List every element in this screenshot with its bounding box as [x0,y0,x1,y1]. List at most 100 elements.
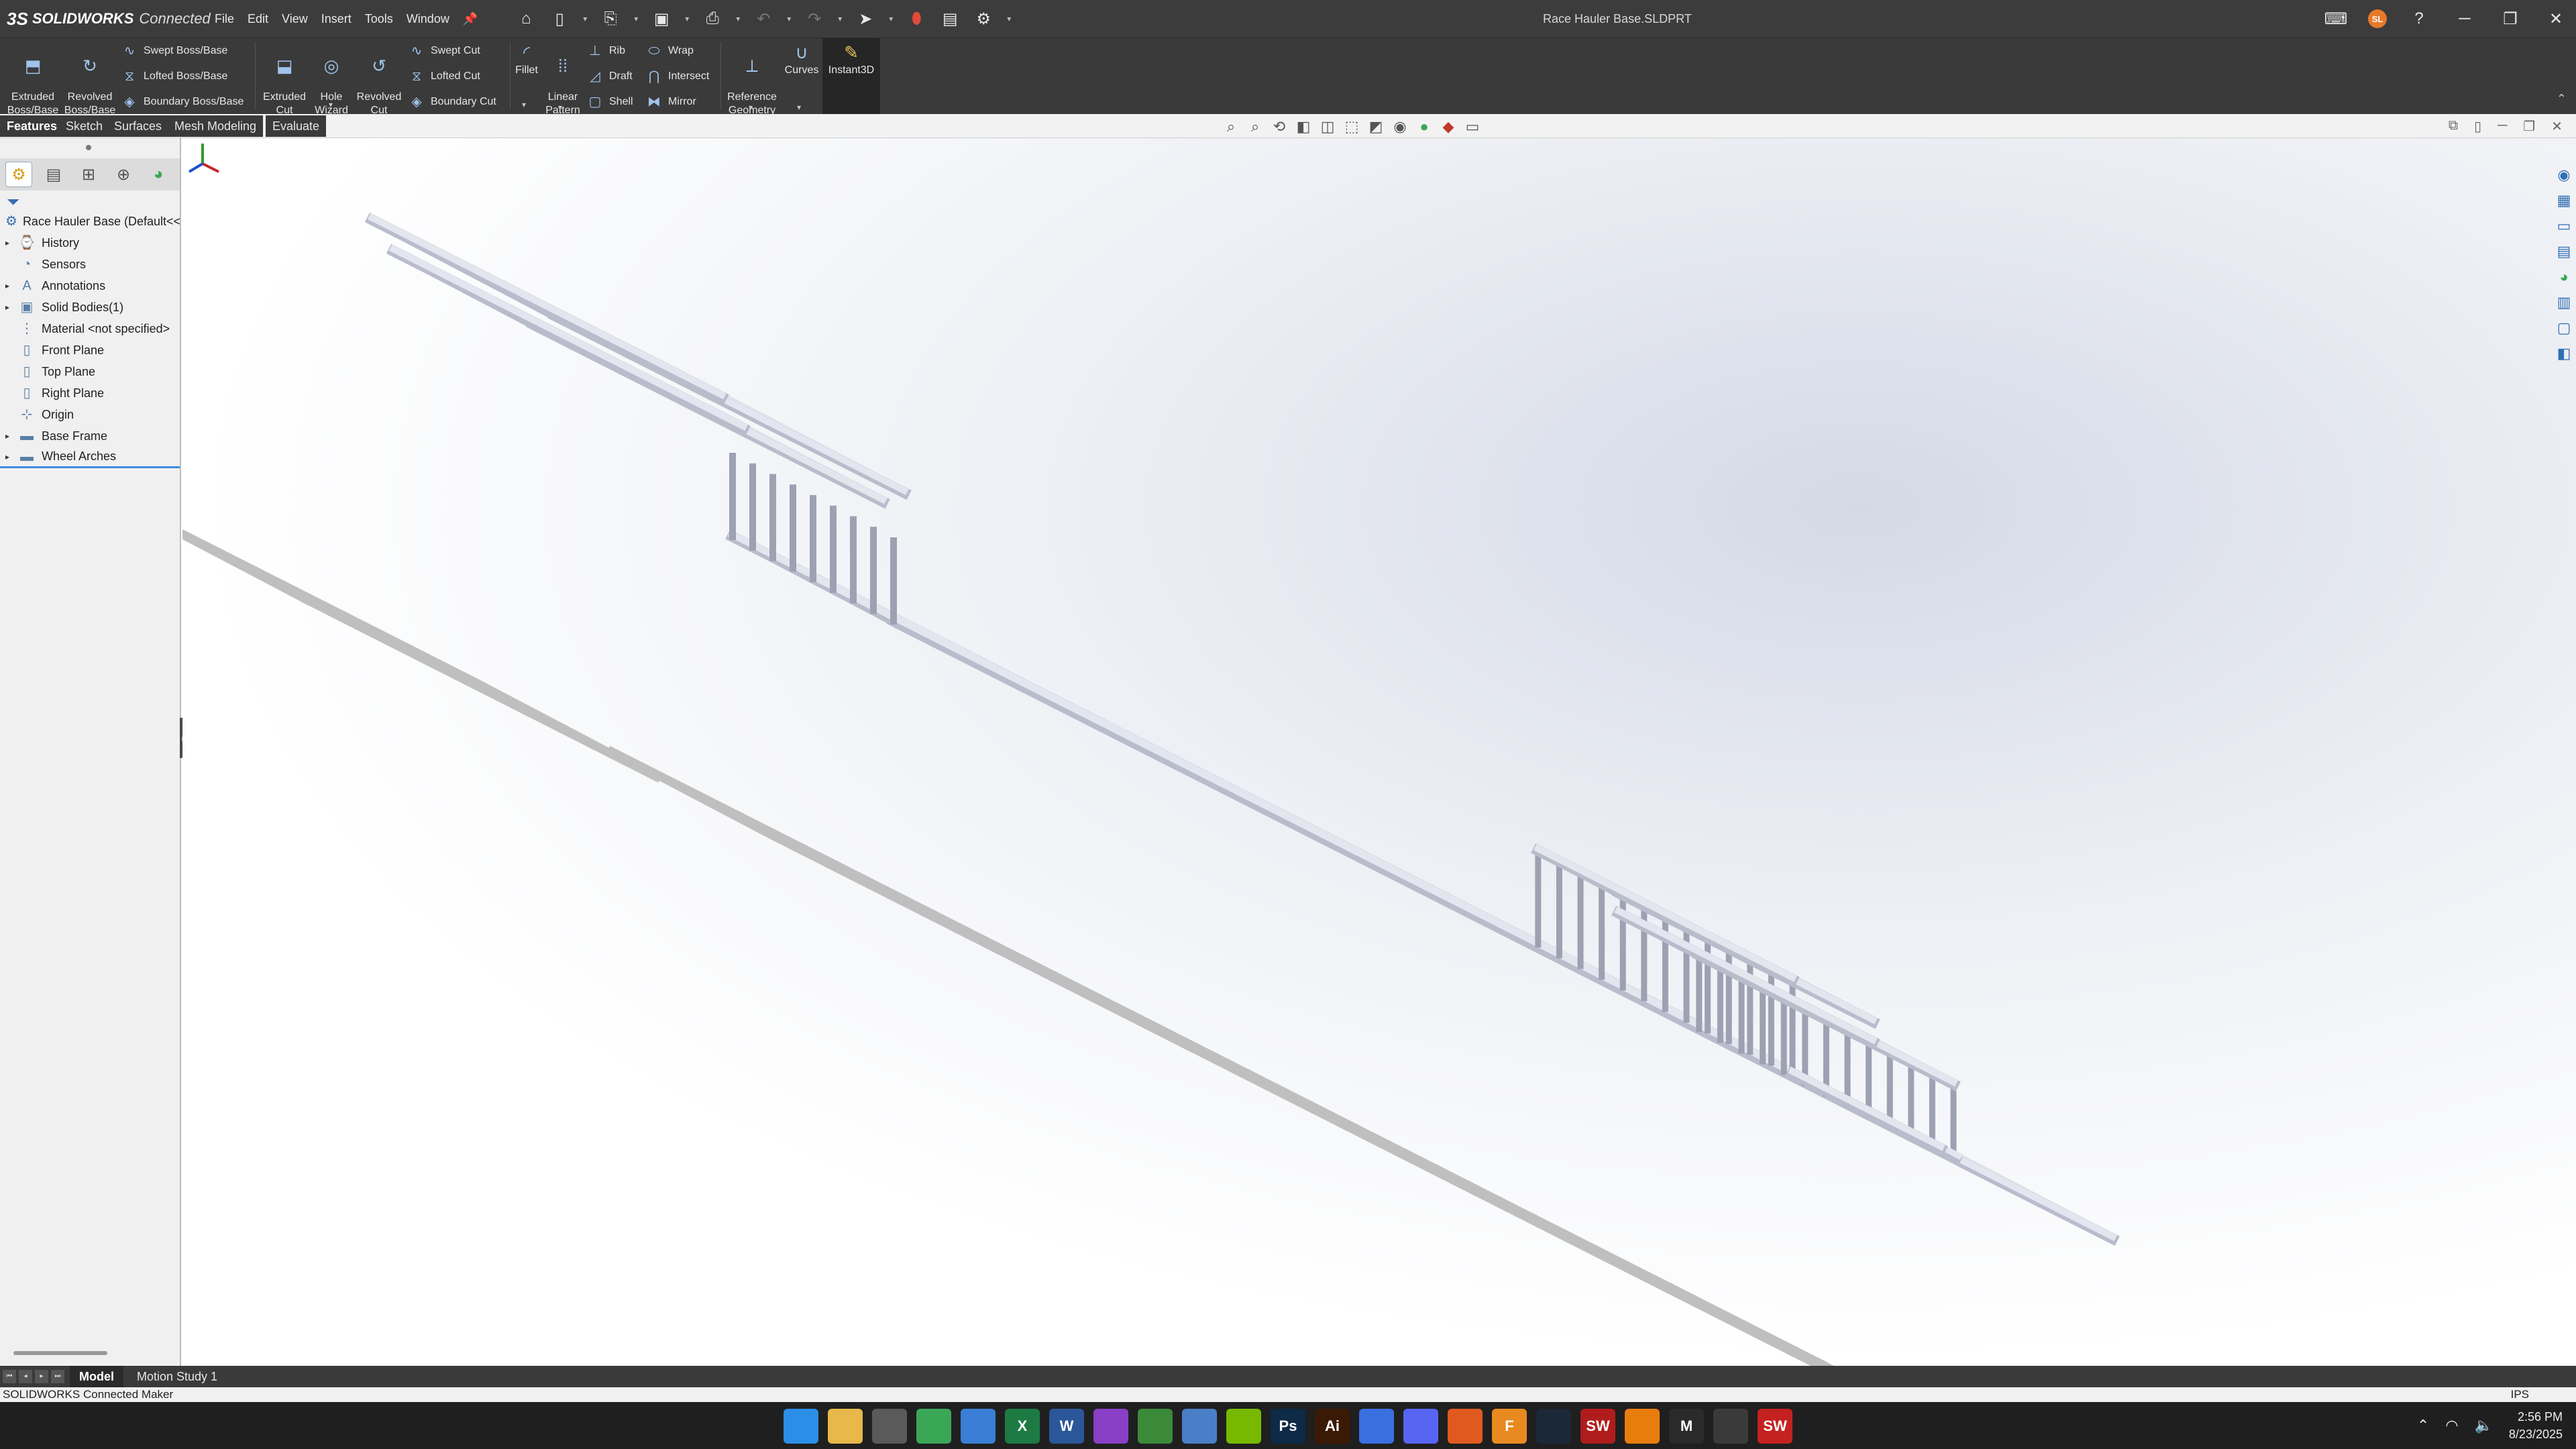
draft-button[interactable]: ◿ Draft [586,65,632,88]
select-icon[interactable]: ➤ [851,5,880,32]
excel-icon[interactable]: X [1005,1409,1040,1444]
store-icon[interactable] [961,1409,996,1444]
hide-show-items-icon[interactable]: ◉ [1390,117,1410,137]
tree-item[interactable]: ▯ Top Plane [0,361,180,382]
menu-insert[interactable]: Insert [315,0,358,38]
appearances-icon[interactable]: ◕ [2554,267,2574,287]
restore-icon[interactable]: ❐ [2497,5,2524,32]
design-library-icon[interactable]: ▦ [2554,191,2574,211]
configuration-manager-tab-icon[interactable]: ⊞ [75,162,102,187]
volume-icon[interactable]: 🔈 [2475,1417,2493,1434]
home-icon[interactable]: ⌂ [511,5,541,32]
panel-grip-icon[interactable] [86,145,91,150]
word-icon[interactable]: W [1049,1409,1084,1444]
blender-icon[interactable] [1625,1409,1660,1444]
fusion-icon[interactable]: F [1492,1409,1527,1444]
shell-button[interactable]: ▢ Shell [586,91,633,113]
clock[interactable]: 2:56 PM 8/23/2025 [2509,1408,2563,1443]
expand-arrow-icon[interactable]: ▸ [5,431,17,441]
next-tab-icon[interactable]: ▸ [35,1370,48,1383]
select-dropdown-icon[interactable]: ▾ [884,5,898,32]
messenger-icon[interactable] [1359,1409,1394,1444]
extruded-boss-button[interactable]: ⬒ Extruded Boss/Base [5,38,60,117]
windows-start-icon[interactable] [784,1409,818,1444]
options-gear-icon[interactable]: ⚙ [969,5,998,32]
tab-evaluate[interactable]: Evaluate [266,115,327,137]
zoom-to-area-icon[interactable]: ⌕ [1245,117,1265,137]
view-settings-icon[interactable]: ▭ [1462,117,1483,137]
doc-minimize-icon[interactable]: ─ [2498,118,2507,135]
tab-sketch[interactable]: Sketch [59,115,110,137]
section-view-icon[interactable]: ◧ [1293,117,1313,137]
open-dropdown-icon[interactable]: ▾ [629,5,643,32]
menu-edit[interactable]: Edit [241,0,275,38]
menu-file[interactable]: File [208,0,241,38]
tree-item[interactable]: ⋮ Material <not specified> [0,318,180,339]
split-icon[interactable]: ▯ [2474,118,2481,135]
nvidia-icon[interactable] [1226,1409,1261,1444]
file-properties-icon[interactable]: ▤ [935,5,965,32]
display-style-icon[interactable]: ◩ [1366,117,1386,137]
pin-icon[interactable]: 📌 [456,0,484,38]
save-dropdown-icon[interactable]: ▾ [680,5,694,32]
solidworks-icon[interactable]: SW [1758,1409,1792,1444]
reference-geometry-dropdown-icon[interactable]: ▾ [749,103,753,112]
rib-button[interactable]: ⊥ Rib [586,40,625,62]
doc-restore-icon[interactable]: ❐ [2523,118,2535,135]
app-gear-icon[interactable] [1713,1409,1748,1444]
discord-icon[interactable] [1403,1409,1438,1444]
expand-arrow-icon[interactable]: ▸ [5,238,17,248]
tree-item[interactable]: ⚙ Race Hauler Base (Default<<Default>_Dis… [0,211,180,232]
help-icon[interactable]: ? [2406,5,2432,32]
doc-close-icon[interactable]: ✕ [2551,118,2563,135]
instant3d-toggle[interactable]: ✎ Instant3D [822,38,880,115]
redo-icon[interactable]: ↷ [800,5,829,32]
rebuild-icon[interactable]: ⬮ [902,5,931,32]
tree-item[interactable]: ▸ ⌚ History [0,232,180,254]
fillet-button[interactable]: ◜ Fillet [511,38,542,77]
revolved-cut-button[interactable]: ↺ Revolved Cut [353,38,405,117]
hole-wizard-dropdown-icon[interactable]: ▾ [329,100,333,109]
revolved-boss-button[interactable]: ↻ Revolved Boss/Base [62,38,118,117]
first-tab-icon[interactable]: ⏮ [3,1370,16,1383]
app-logo[interactable]: 3S SOLIDWORKS Connected [0,0,211,38]
expand-arrow-icon[interactable]: ▸ [5,303,17,312]
app-m-icon[interactable]: M [1669,1409,1704,1444]
prev-tab-icon[interactable]: ◂ [19,1370,32,1383]
app-purple-icon[interactable] [1093,1409,1128,1444]
model-view[interactable] [182,138,2576,1366]
tab-model[interactable]: Model [70,1366,123,1387]
expand-arrow-icon[interactable]: ▸ [5,281,17,290]
file-explorer-icon[interactable] [828,1409,863,1444]
menu-view[interactable]: View [275,0,315,38]
minimize-icon[interactable]: ─ [2451,5,2478,32]
swept-boss-button[interactable]: ∿ Swept Boss/Base [121,40,228,62]
view-orientation-icon[interactable]: ⬚ [1342,117,1362,137]
options-dropdown-icon[interactable]: ▾ [1002,5,1016,32]
linear-pattern-button[interactable]: ⁞⁞ Linear Pattern [542,38,584,117]
filter-icon[interactable]: ⏷ [7,193,19,212]
curves-button[interactable]: ∪ Curves [782,38,821,77]
command-search-icon[interactable]: ⌨ [2322,5,2349,32]
print-icon[interactable]: ⎙ [698,5,727,32]
fillet-dropdown-icon[interactable]: ▾ [522,100,526,109]
forum-icon[interactable]: ▢ [2554,318,2574,338]
file-explorer-pane-icon[interactable]: ▭ [2554,216,2574,236]
zoom-to-fit-icon[interactable]: ⌕ [1221,117,1241,137]
steam-icon[interactable] [1536,1409,1571,1444]
tree-item[interactable]: ◔ Sensors [0,254,180,275]
previous-view-icon[interactable]: ⟲ [1269,117,1289,137]
collapse-ribbon-icon[interactable]: ⌃ [2557,92,2567,106]
app-orange-icon[interactable] [1448,1409,1483,1444]
boundary-boss-button[interactable]: ◈ Boundary Boss/Base [121,91,244,113]
menu-window[interactable]: Window [400,0,456,38]
custom-properties-icon[interactable]: ▥ [2554,292,2574,313]
wifi-icon[interactable]: ◠ [2445,1417,2458,1434]
undo-icon[interactable]: ↶ [749,5,778,32]
horizontal-scrollbar[interactable] [13,1351,107,1355]
property-manager-tab-icon[interactable]: ▤ [40,162,67,187]
boundary-cut-button[interactable]: ◈ Boundary Cut [408,91,496,113]
redo-dropdown-icon[interactable]: ▾ [833,5,847,32]
close-icon[interactable]: ✕ [2542,5,2569,32]
user-avatar[interactable]: SL [2368,9,2387,28]
